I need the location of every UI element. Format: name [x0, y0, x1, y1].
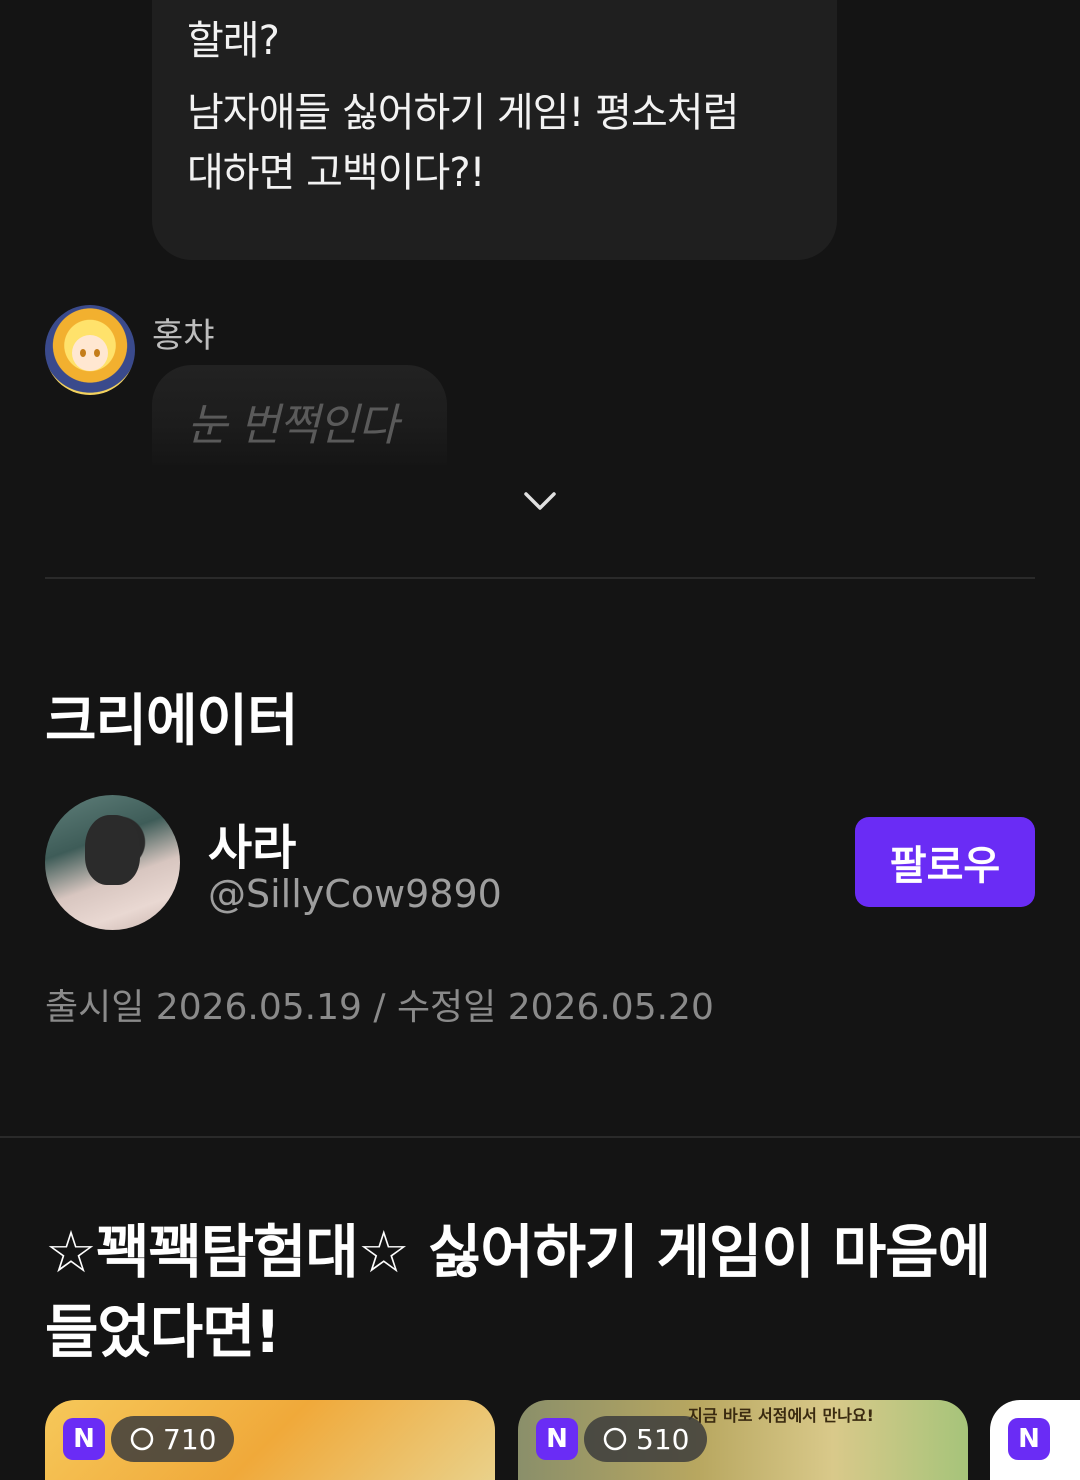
chat-line: 대하면 고백이다?!: [187, 150, 486, 196]
promo-title: ☆꽥꽥탐험대☆ 싫어하기 게임이 마음에 들었다면!: [45, 1218, 991, 1366]
chevron-down-icon[interactable]: [520, 480, 560, 520]
sender-avatar[interactable]: [45, 305, 135, 395]
story-card[interactable]: N: [990, 1400, 1080, 1480]
card-banner-text: 지금 바로 서점에서 만나요!: [688, 1406, 874, 1425]
reply-text: 눈 번쩍인다: [187, 400, 398, 451]
sender-name: 홍챠: [152, 316, 215, 356]
follow-button[interactable]: 팔로우: [855, 817, 1035, 907]
chat-bubble-reply: 눈 번쩍인다: [152, 365, 447, 465]
stat-badge: 710: [111, 1416, 235, 1462]
story-card[interactable]: 지금 바로 서점에서 만나요! N 510: [518, 1400, 968, 1480]
stat-count: 510: [636, 1422, 690, 1456]
release-dates: 출시일 2026.05.19 / 수정일 2026.05.20: [45, 987, 714, 1028]
chat-line: 할래?: [187, 18, 280, 64]
new-badge: N: [63, 1418, 105, 1460]
stat-count: 710: [163, 1422, 217, 1456]
section-title: 크리에이터: [45, 689, 299, 754]
creator-avatar[interactable]: [45, 795, 180, 930]
stat-badge: 510: [584, 1416, 708, 1462]
new-badge: N: [536, 1418, 578, 1460]
creator-handle: @SillyCow9890: [208, 872, 502, 916]
new-badge: N: [1008, 1418, 1050, 1460]
avatar-face: [72, 335, 108, 371]
avatar-image: [85, 815, 140, 885]
section-divider: [45, 577, 1035, 579]
eye-icon: [130, 1427, 154, 1451]
eye-icon: [603, 1427, 627, 1451]
chat-line: 남자애들 싫어하기 게임! 평소처럼: [187, 90, 739, 136]
story-card[interactable]: N 710: [45, 1400, 495, 1480]
creator-name[interactable]: 사라: [208, 808, 296, 878]
section-divider: [0, 1136, 1080, 1138]
chat-bubble-top: 할래? 남자애들 싫어하기 게임! 평소처럼 대하면 고백이다?!: [152, 0, 837, 260]
